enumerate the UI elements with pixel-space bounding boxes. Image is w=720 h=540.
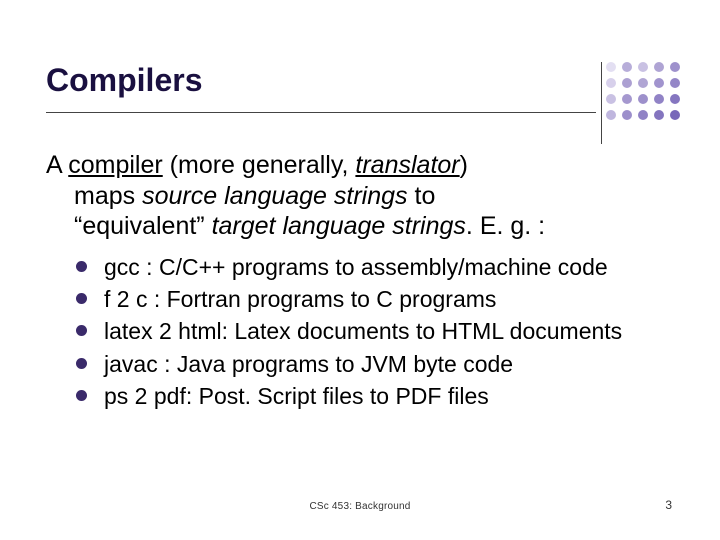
title-underline [46, 112, 596, 113]
term-compiler: compiler [68, 151, 162, 179]
list-item: ps 2 pdf: Post. Script files to PDF file… [76, 381, 672, 411]
list-item: latex 2 html: Latex documents to HTML do… [76, 316, 672, 346]
footer-course: CSc 453: Background [309, 501, 410, 512]
decorative-dots [606, 62, 682, 122]
dot-icon [638, 94, 648, 104]
intro-text: (more generally, [163, 151, 356, 179]
bullet-list: gcc : C/C++ programs to assembly/machine… [46, 252, 672, 412]
intro-text: ) [460, 151, 468, 179]
dot-icon [638, 62, 648, 72]
dot-icon [606, 94, 616, 104]
dot-icon [606, 62, 616, 72]
dot-icon [670, 94, 680, 104]
dot-icon [606, 78, 616, 88]
dot-icon [654, 110, 664, 120]
dot-icon [654, 78, 664, 88]
dot-icon [670, 110, 680, 120]
dot-icon [622, 110, 632, 120]
title-divider [601, 62, 602, 144]
term-translator: translator [355, 151, 459, 179]
dot-icon [670, 78, 680, 88]
slide-title: Compilers [46, 62, 202, 99]
list-item: f 2 c : Fortran programs to C programs [76, 284, 672, 314]
intro-text: A [46, 151, 68, 179]
dot-icon [622, 78, 632, 88]
dot-icon [606, 110, 616, 120]
dot-icon [654, 62, 664, 72]
dot-icon [622, 62, 632, 72]
intro-text: maps [74, 182, 142, 210]
intro-paragraph: A compiler (more generally, translator) … [46, 150, 672, 242]
dot-icon [638, 110, 648, 120]
phrase-target: target language strings [212, 212, 466, 240]
intro-text: “equivalent” [74, 212, 212, 240]
dot-icon [638, 78, 648, 88]
intro-text: . E. g. : [466, 212, 545, 240]
list-item: gcc : C/C++ programs to assembly/machine… [76, 252, 672, 282]
dot-icon [622, 94, 632, 104]
phrase-source: source language strings [142, 182, 407, 210]
dot-icon [670, 62, 680, 72]
dot-icon [654, 94, 664, 104]
slide-body: A compiler (more generally, translator) … [46, 150, 672, 413]
intro-text: to [408, 182, 436, 210]
list-item: javac : Java programs to JVM byte code [76, 349, 672, 379]
slide-number: 3 [665, 498, 672, 512]
